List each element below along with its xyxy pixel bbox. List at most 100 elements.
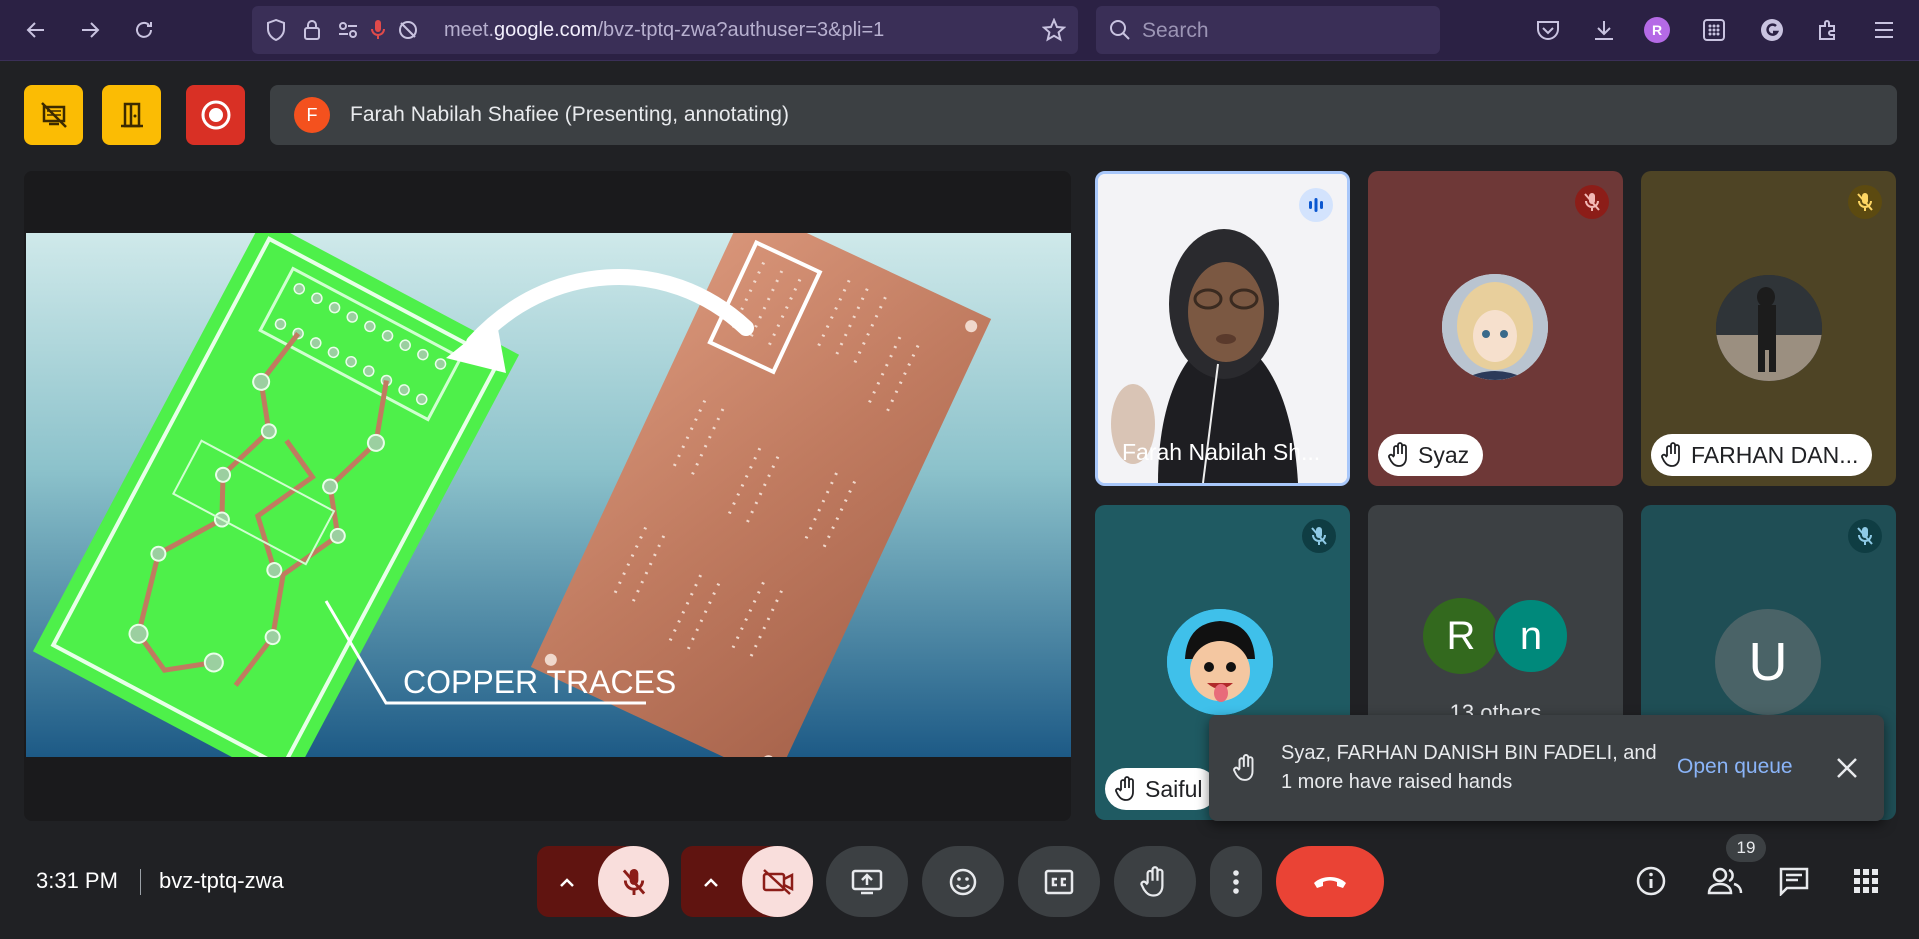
people-icon: [1707, 867, 1743, 895]
muted-indicator: [1848, 185, 1882, 219]
participant-tile-farhan[interactable]: FARHAN DAN...: [1641, 171, 1896, 486]
open-queue-link[interactable]: Open queue: [1677, 755, 1793, 779]
search-icon: [1110, 20, 1130, 40]
permissions-icon[interactable]: [336, 18, 360, 42]
reload-icon: [136, 21, 152, 38]
raised-hands-notification: Syaz, FARHAN DANISH BIN FADELI, and 1 mo…: [1209, 715, 1884, 821]
captions-button[interactable]: [1018, 846, 1100, 917]
participant-tile-farah[interactable]: Farah Nabilah Sh...: [1095, 171, 1350, 486]
participant-avatar: U: [1715, 609, 1821, 715]
chat-icon: [1779, 867, 1809, 896]
search-input[interactable]: Search: [1096, 6, 1440, 54]
participant-tile-syaz[interactable]: Syaz: [1368, 171, 1623, 486]
end-call-icon: [1314, 876, 1346, 888]
forward-button[interactable]: [72, 12, 108, 48]
mic-off-icon: [1584, 193, 1600, 211]
presenting-status: Farah Nabilah Shafiee (Presenting, annot…: [350, 103, 789, 126]
participant-name: Farah Nabilah Sh...: [1122, 438, 1321, 465]
raised-hand-icon: [1233, 754, 1254, 781]
more-options-button[interactable]: [1210, 846, 1262, 917]
grammarly-icon[interactable]: [1758, 16, 1786, 44]
muted-indicator: [1302, 519, 1336, 553]
chat-button[interactable]: [1777, 864, 1811, 898]
presenter-avatar: F: [294, 97, 330, 133]
participant-avatar: [1716, 275, 1822, 381]
present-screen-button[interactable]: [826, 846, 908, 917]
camera-off-icon: [762, 868, 793, 895]
muted-indicator: [1848, 519, 1882, 553]
reload-button[interactable]: [126, 12, 162, 48]
chevron-up-icon: [560, 877, 574, 887]
mic-toggle-button[interactable]: [598, 846, 669, 917]
activities-button[interactable]: [1849, 864, 1883, 898]
record-icon: [201, 100, 230, 130]
raise-hand-button[interactable]: [1114, 846, 1196, 917]
extensions-puzzle-icon[interactable]: [1814, 16, 1842, 44]
leave-call-button[interactable]: [1276, 846, 1384, 917]
emoji-icon: [949, 868, 977, 895]
mic-off-icon: [1857, 193, 1873, 211]
stop-presenting-button[interactable]: [24, 85, 83, 145]
meeting-details-button[interactable]: [1634, 864, 1668, 898]
info-icon: [1636, 866, 1666, 896]
mic-off-icon: [1857, 527, 1873, 545]
meeting-time: 3:31 PM: [36, 868, 118, 893]
others-avatar-1: R: [1423, 598, 1499, 674]
participant-name: Saiful: [1145, 775, 1203, 802]
breakout-rooms-button[interactable]: [102, 85, 161, 145]
pcb-illustration: COPPER TRACES: [26, 233, 1071, 757]
participant-avatar: [1167, 609, 1273, 715]
participant-avatar: [1442, 274, 1548, 380]
microphone-control-group: [537, 846, 669, 917]
divider: [140, 869, 141, 895]
extension-grid-icon[interactable]: [1700, 16, 1728, 44]
browser-toolbar: meet.google.com/bvz-tptq-zwa?authuser=3&…: [0, 0, 1919, 61]
stop-screen-share-icon: [40, 102, 67, 128]
mic-off-icon: [1311, 527, 1327, 545]
forward-arrow-icon: [82, 22, 100, 38]
url-text: meet.google.com/bvz-tptq-zwa?authuser=3&…: [444, 18, 885, 41]
chevron-up-icon: [704, 877, 718, 887]
others-avatar-2: n: [1493, 598, 1569, 674]
camera-blocked-icon[interactable]: [396, 18, 420, 42]
participant-name: FARHAN DAN...: [1691, 441, 1859, 468]
recording-button[interactable]: [186, 85, 245, 145]
menu-hamburger-icon[interactable]: [1870, 16, 1898, 44]
audio-options-button[interactable]: [537, 846, 597, 917]
back-button[interactable]: [18, 12, 54, 48]
participant-name: Syaz: [1418, 441, 1470, 468]
lock-icon[interactable]: [300, 18, 324, 42]
camera-toggle-button[interactable]: [742, 846, 813, 917]
people-button[interactable]: [1705, 864, 1745, 898]
door-icon: [120, 102, 143, 128]
closed-captions-icon: [1044, 869, 1074, 894]
raise-hand-icon: [1140, 865, 1164, 897]
camera-control-group: [681, 846, 813, 917]
participant-name-pill: FARHAN DAN...: [1651, 434, 1873, 476]
presented-slide: COPPER TRACES: [26, 233, 1071, 757]
video-options-button[interactable]: [681, 846, 741, 917]
mic-off-icon: [622, 868, 645, 895]
audio-level-icon: [1309, 198, 1323, 212]
close-icon[interactable]: [1835, 756, 1859, 780]
account-avatar[interactable]: R: [1643, 16, 1671, 44]
participant-name-pill: Saiful: [1105, 768, 1217, 810]
participant-name-pill: Syaz: [1378, 434, 1484, 476]
presentation-stage[interactable]: COPPER TRACES: [24, 171, 1071, 821]
reactions-button[interactable]: [922, 846, 1004, 917]
bookmark-star-icon[interactable]: [1042, 18, 1066, 42]
muted-indicator: [1575, 185, 1609, 219]
microphone-in-use-icon[interactable]: [366, 18, 390, 42]
raised-hand-icon: [1115, 776, 1134, 801]
more-vert-icon: [1233, 869, 1239, 894]
participant-count-badge: 19: [1726, 834, 1766, 862]
search-placeholder: Search: [1142, 19, 1209, 42]
notification-message: Syaz, FARHAN DANISH BIN FADELI, and 1 mo…: [1281, 742, 1657, 793]
pocket-icon[interactable]: [1534, 16, 1562, 44]
meeting-code: bvz-tptq-zwa: [159, 868, 284, 893]
address-bar[interactable]: meet.google.com/bvz-tptq-zwa?authuser=3&…: [252, 6, 1078, 54]
slide-caption: COPPER TRACES: [403, 664, 676, 700]
back-arrow-icon: [26, 22, 44, 38]
shield-icon[interactable]: [264, 18, 288, 42]
downloads-icon[interactable]: [1590, 16, 1618, 44]
